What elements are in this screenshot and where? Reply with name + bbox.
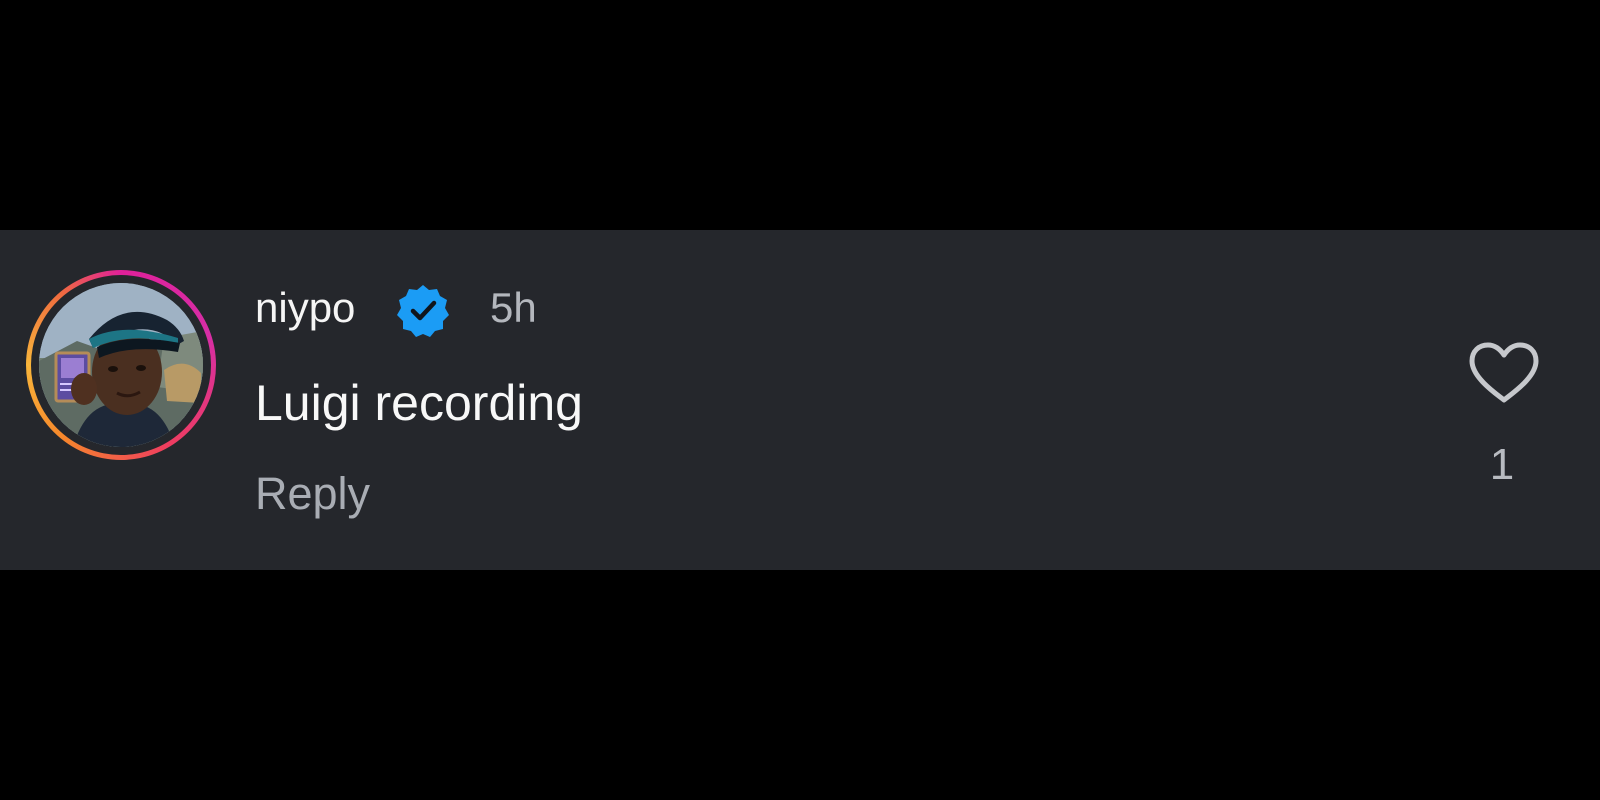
comment-body: Luigi recording [255, 375, 583, 431]
avatar-story-ring[interactable] [26, 270, 216, 460]
like-count: 1 [1489, 440, 1515, 489]
verified-badge-icon [397, 285, 449, 337]
reply-button[interactable]: Reply [255, 467, 370, 521]
comment-username[interactable]: niypo [255, 282, 355, 334]
avatar[interactable] [39, 283, 203, 447]
comment-row [0, 230, 1600, 570]
heart-outline-icon[interactable] [1467, 340, 1541, 406]
screen: niypo 5h Luigi recording Reply 1 [0, 0, 1600, 800]
comment-timestamp: 5h [490, 284, 537, 331]
avatar-photo-icon [39, 283, 203, 447]
